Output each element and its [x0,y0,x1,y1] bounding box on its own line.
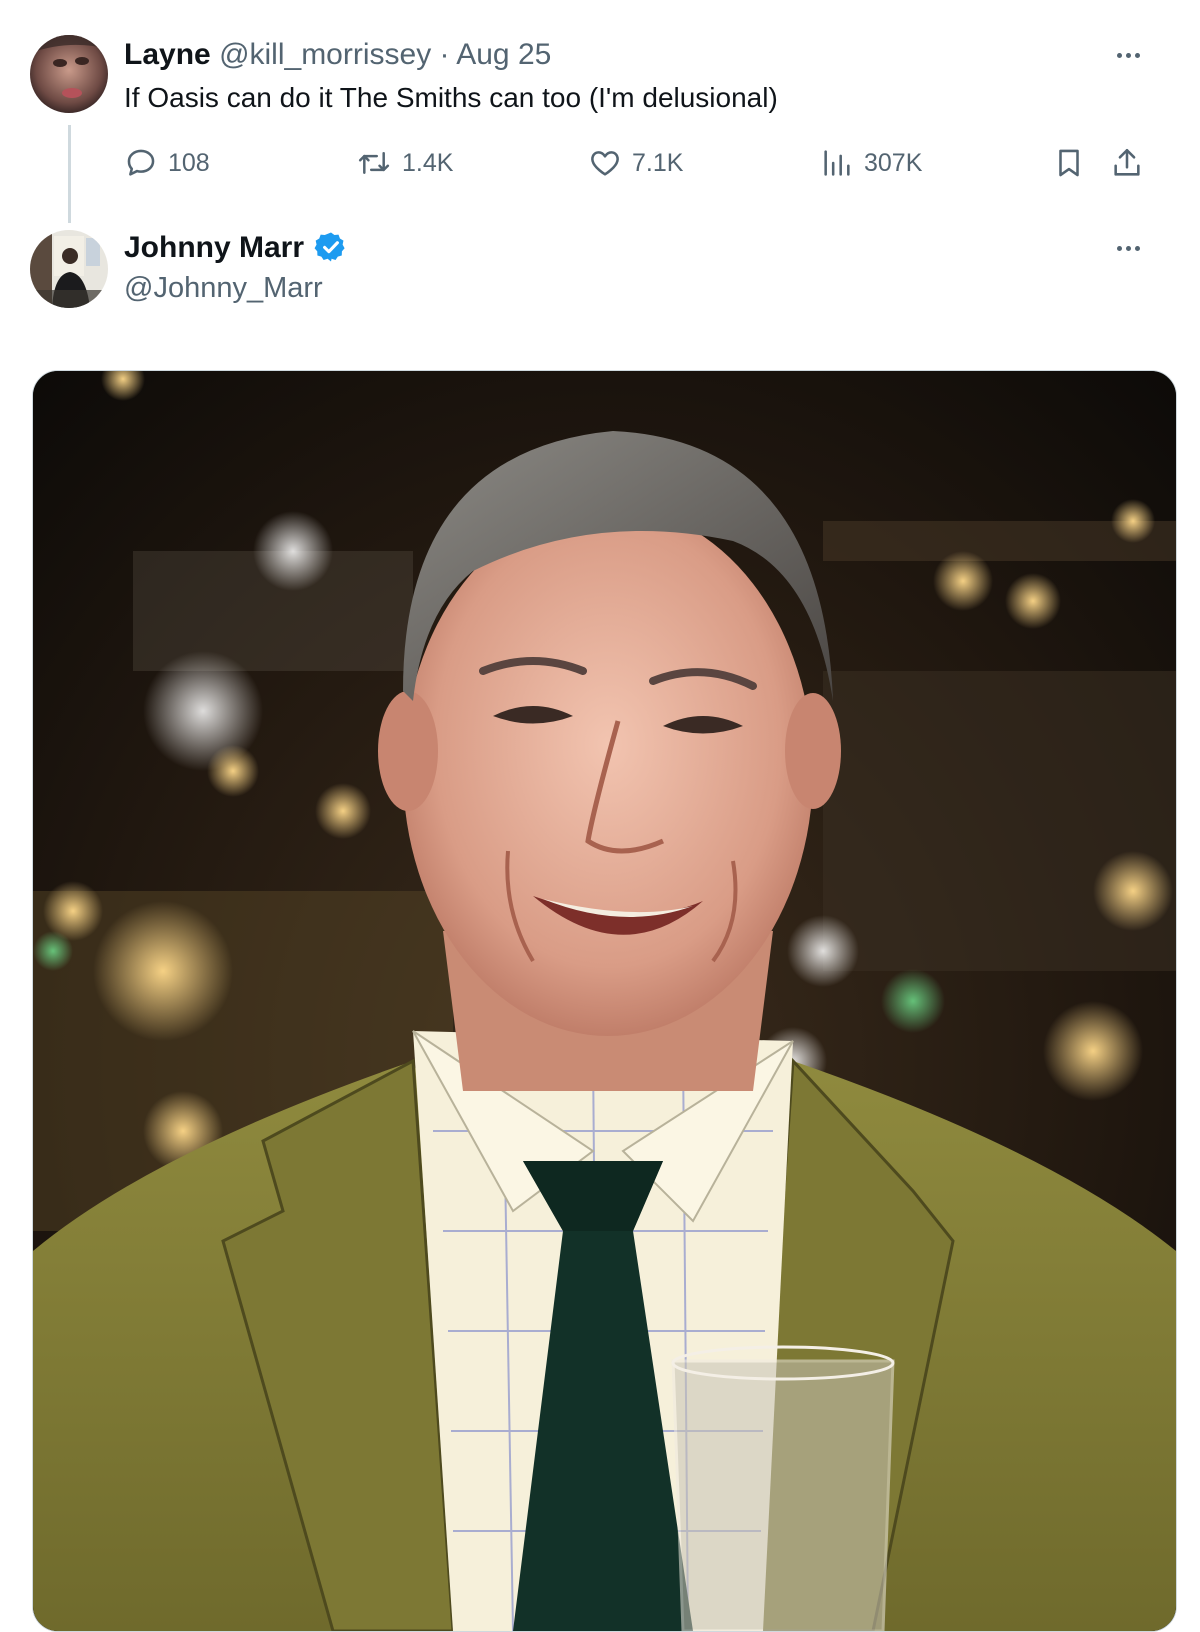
verified-badge-icon [314,232,345,262]
parent-tweet-text: If Oasis can do it The Smiths can too (I… [124,82,778,113]
reply-button[interactable]: 108 [124,143,210,183]
more-dots-icon [1116,245,1122,251]
views-count: 307K [864,148,923,177]
parent-more-button[interactable] [1108,45,1148,65]
thread-connector-line [68,125,71,223]
repost-button[interactable]: 1.4K [356,143,453,183]
header-separator: · [439,38,450,71]
like-button[interactable]: 7.1K [588,143,683,183]
reply-display-name[interactable]: Johnny Marr [124,231,304,264]
reply-more-button[interactable] [1108,238,1148,258]
parent-tweet-header: Layne @kill_morrissey · Aug 25 [124,37,551,73]
more-dots-icon [1116,52,1122,58]
like-count: 7.1K [632,148,684,177]
bookmark-button[interactable] [1052,145,1086,186]
repost-arrows-icon [358,152,390,174]
photo-image [33,371,1176,1631]
parent-handle[interactable]: @kill_morrissey [219,38,431,71]
bookmark-icon [1059,149,1079,177]
share-upload-icon [1114,148,1140,176]
repost-count: 1.4K [402,148,454,177]
reply-handle[interactable]: @Johnny_Marr [124,270,323,306]
avatar-johnny-marr-image [30,230,108,308]
reply-count: 108 [168,148,210,177]
avatar-layne-image [30,35,108,113]
share-button[interactable] [1110,145,1144,186]
parent-display-name[interactable]: Layne [124,38,211,71]
views-button[interactable]: 307K [820,143,922,183]
avatar-johnny-marr[interactable] [30,230,108,308]
parent-date[interactable]: Aug 25 [456,38,551,71]
speech-bubble-icon [127,149,155,176]
bar-chart-icon [824,150,850,176]
heart-icon [591,151,619,176]
reply-tweet-header: Johnny Marr [124,230,348,266]
reply-media-photo[interactable] [32,370,1177,1632]
avatar-layne[interactable] [30,35,108,113]
